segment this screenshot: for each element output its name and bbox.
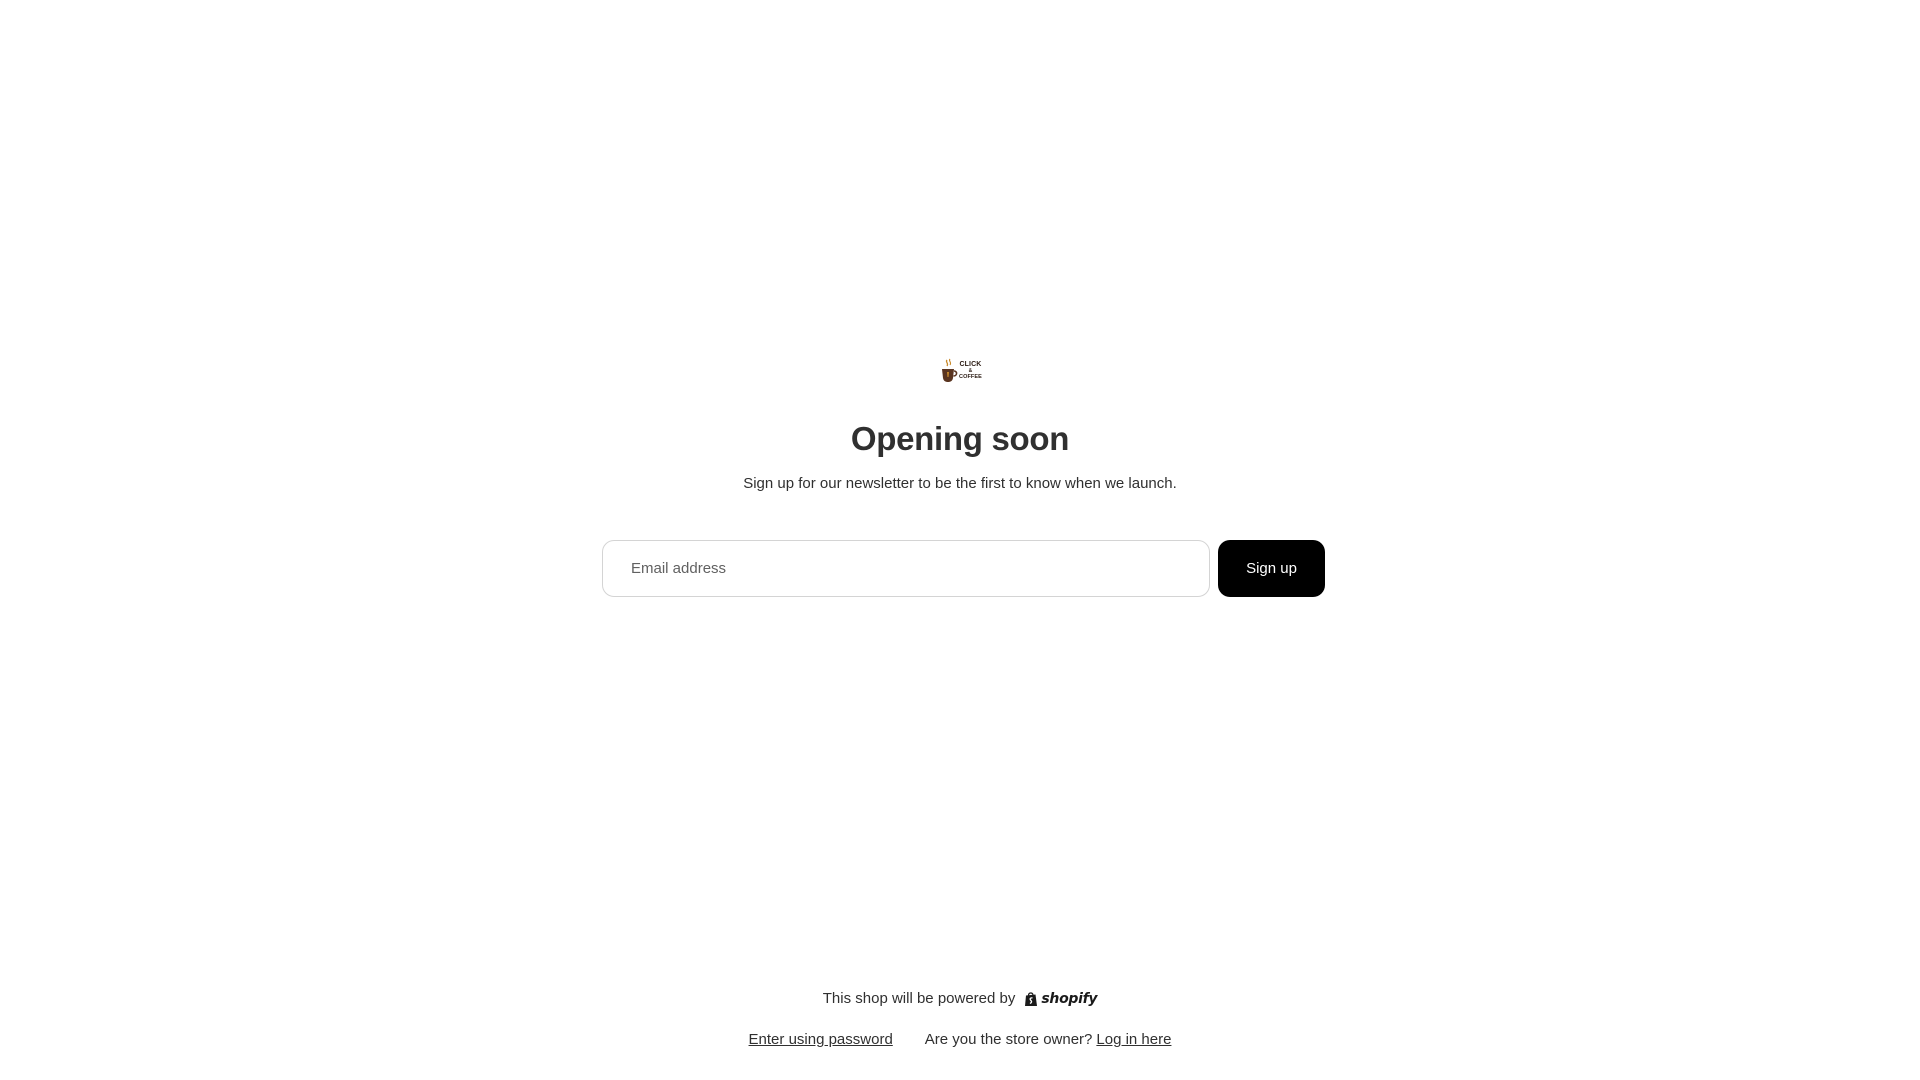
logo-line-3: COFFEE <box>959 374 982 380</box>
footer-links: Enter using password Are you the store o… <box>0 1031 1920 1048</box>
powered-by-text: This shop will be powered by <box>822 990 1016 1007</box>
shopify-logo-link[interactable]: shopify <box>1024 990 1098 1007</box>
store-owner-question: Are you the store owner? <box>924 1031 1093 1048</box>
login-link[interactable]: Log in here <box>1096 1031 1171 1048</box>
email-input[interactable] <box>602 540 1210 597</box>
page-title: Opening soon <box>850 420 1070 457</box>
page-subtitle: Sign up for our newsletter to be the fir… <box>743 475 1177 492</box>
logo-wordmark: CLICK & COFFEE <box>959 361 982 380</box>
store-logo[interactable]: CLICK & COFFEE <box>940 356 986 386</box>
shopify-bag-icon <box>1025 991 1038 1006</box>
coffee-cup-icon <box>942 358 958 382</box>
password-page: CLICK & COFFEE Opening soon Sign up for … <box>0 0 1920 1080</box>
powered-by: This shop will be powered by shopify <box>0 990 1920 1007</box>
newsletter-form: Sign up <box>602 540 1325 597</box>
signup-button[interactable]: Sign up <box>1218 540 1325 597</box>
shopify-wordmark: shopify <box>1041 990 1098 1007</box>
enter-password-link[interactable]: Enter using password <box>749 1031 893 1048</box>
